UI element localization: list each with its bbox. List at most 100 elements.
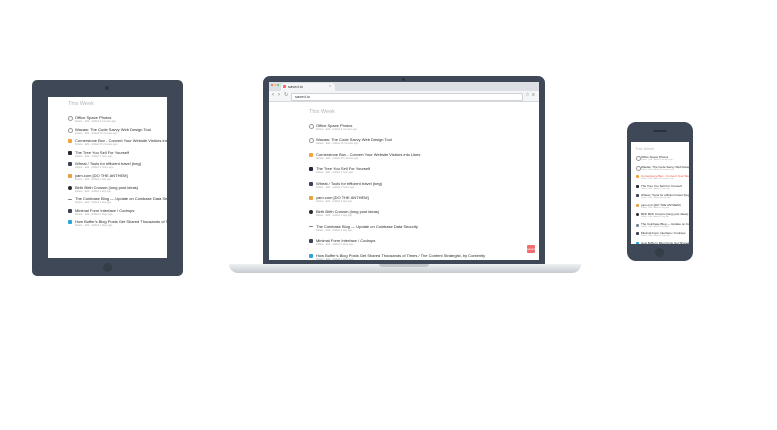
bookmark-meta: Delete · Edit · Added 1 hour ago <box>316 171 354 175</box>
bookmark-meta: Delete · Edit · Added 1 day ago <box>75 178 112 181</box>
page-title: This Week <box>309 109 335 115</box>
reload-icon[interactable]: ↻ <box>284 92 288 99</box>
favicon-icon <box>283 84 286 88</box>
dash-icon <box>636 224 639 227</box>
home-button[interactable] <box>655 248 664 257</box>
square-icon <box>68 208 72 213</box>
circle-icon <box>309 124 314 129</box>
list-item[interactable]: Minimal Form Interface / Codrops Delete ·… <box>309 238 509 253</box>
phone-speaker <box>653 130 667 132</box>
square-icon <box>636 241 639 244</box>
forward-icon[interactable]: › <box>278 92 280 99</box>
back-icon[interactable]: ‹ <box>272 92 274 99</box>
tab-title: saved.io <box>288 83 303 89</box>
bookmark-title[interactable]: How Buffer's Blog Posts Get Shared Thous… <box>641 241 689 245</box>
browser-toolbar: ‹ › ↻ saved.io ☆ ≡ <box>269 91 539 102</box>
bookmark-list: Office Space Photos Delete · Edit · Added… <box>309 123 509 260</box>
bookmark-meta: Delete · Edit · Added 1 hour ago <box>641 187 670 190</box>
laptop-camera <box>402 78 405 81</box>
tablet-screen: This Week Office Space Photos Delete · Ed… <box>48 97 167 258</box>
address-bar[interactable]: saved.io <box>291 92 523 101</box>
list-item[interactable]: Wacaw: The Code Savvy Web Design ToolDel… <box>309 137 509 152</box>
list-item[interactable]: How Buffer's Blog Posts Get Shared Thous… <box>309 253 509 260</box>
list-item[interactable]: Birth Birth Crossm (long post ideas) Dele… <box>309 209 509 224</box>
laptop-device: saved.io × ‹ › ↻ saved.io ☆ ≡ This Week … <box>263 76 545 266</box>
bookmark-meta: Delete · Edit · Added 2 days ago <box>75 224 113 228</box>
bookmark-meta: Delete · Edit · Added 25 minutes ago <box>641 178 674 180</box>
square-icon <box>636 232 639 235</box>
cup-icon <box>636 203 639 207</box>
bird-icon <box>636 194 639 197</box>
bookmark-meta: Delete · Edit · Added 4 hours ago <box>316 185 355 189</box>
tablet-device: This Week Office Space Photos Delete · Ed… <box>32 80 183 276</box>
dot-icon <box>636 213 639 216</box>
dash-icon <box>68 198 72 200</box>
bookmark-meta: Delete · Edit · Added 2 days ago <box>316 257 354 260</box>
bookmark-meta: Delete · Edit · Added 4 hours ago <box>75 166 114 170</box>
bookmark-meta: Delete · Edit · Added 2 days ago <box>641 235 670 237</box>
bookmark-meta: Delete · Edit · Added 1 day ago <box>316 200 353 203</box>
minimize-window-icon[interactable] <box>274 83 276 86</box>
dash-icon <box>309 226 313 228</box>
bookmark-meta: Delete · Edit · Added 9 minutes ago <box>641 159 673 161</box>
cup-icon <box>68 174 72 178</box>
list-item[interactable]: Office Space Photos Delete · Edit · Added… <box>309 123 509 138</box>
bookmark-meta: Delete · Edit · Added 25 minutes ago <box>316 156 359 160</box>
square-icon <box>309 253 313 258</box>
phone-screen: This Week Office Space Photos Delete · Ed… <box>631 142 689 244</box>
square-icon <box>68 220 72 225</box>
bookmark-meta: Delete · Edit · Added 1 day ago <box>75 189 112 193</box>
dot-icon <box>309 210 313 215</box>
bookmark-meta: Delete · Edit · Added 1 day ago <box>75 201 112 205</box>
bookmark-meta: Delete · Edit · Added 1 day ago <box>316 214 353 218</box>
phone-device: This Week Office Space Photos Delete · Ed… <box>627 122 693 261</box>
tablet-camera <box>105 86 109 90</box>
circle-icon <box>68 116 73 121</box>
close-tab-icon[interactable]: × <box>329 83 331 88</box>
bookmark-list: Office Space Photos Delete · Edit · Added… <box>636 155 689 245</box>
circle-icon <box>309 138 314 144</box>
flame-icon <box>309 152 313 157</box>
url-text: saved.io <box>295 93 310 99</box>
list-item[interactable]: The Coinbase Blog — Update on Coinbase D… <box>309 224 509 239</box>
page-title: This Week <box>68 101 94 107</box>
menu-icon[interactable]: ≡ <box>532 92 535 99</box>
owl-icon <box>68 150 72 155</box>
browser-tab[interactable]: saved.io × <box>281 83 335 91</box>
owl-icon <box>309 167 313 172</box>
bookmark-list: Office Space Photos Delete · Edit · Added… <box>68 115 167 256</box>
list-item[interactable]: How Buffer's Blog Posts Get Shared Thous… <box>68 219 167 234</box>
bird-icon <box>68 162 72 167</box>
saved-badge[interactable]: saved <box>527 245 535 253</box>
list-item[interactable]: yarn.com [DO THE ANTHEM] Delete · Edit · … <box>309 195 509 210</box>
bookmark-meta: Delete · Edit · Added 9 minutes ago <box>316 128 357 131</box>
bookmark-meta: Delete · Edit · Added 10 minutes ago <box>641 168 674 171</box>
zoom-window-icon[interactable] <box>277 83 279 86</box>
square-icon <box>309 239 313 244</box>
page-title: This Week <box>635 146 654 151</box>
bookmark-star-icon[interactable]: ☆ <box>525 92 529 99</box>
bookmark-meta: Delete · Edit · Added 1 day ago <box>316 228 353 232</box>
bookmark-meta: Delete · Edit · Added 10 minutes ago <box>316 142 359 146</box>
list-item[interactable]: Cornerstone Box - Convert Your Website V… <box>309 152 509 167</box>
bookmark-meta: Delete · Edit · Added 25 minutes ago <box>75 143 118 147</box>
bookmark-meta: Delete · Edit · Added 2 days ago <box>316 243 354 247</box>
list-item[interactable]: Wheat / Tools for efficient travel (beg)… <box>309 181 509 196</box>
flame-icon <box>636 175 639 178</box>
list-item[interactable]: How Buffer's Blog Posts Get Shared Thous… <box>636 241 689 245</box>
list-item[interactable]: The Tree You Sell For Yourself Delete · E… <box>309 166 509 181</box>
bookmark-meta: Delete · Edit · Added 1 hour ago <box>75 154 113 158</box>
circle-icon <box>68 127 73 133</box>
flame-icon <box>68 139 72 144</box>
browser-window: saved.io × ‹ › ↻ saved.io ☆ ≡ This Week … <box>269 82 539 260</box>
bookmark-meta: Delete · Edit · Added 4 hours ago <box>641 197 671 199</box>
bookmark-meta: Delete · Edit · Added 10 minutes ago <box>75 131 118 135</box>
close-window-icon[interactable] <box>271 83 273 86</box>
cup-icon <box>309 196 313 200</box>
laptop-notch <box>379 264 429 267</box>
bookmark-meta: Delete · Edit · Added 1 day ago <box>641 206 669 209</box>
bookmark-meta: Delete · Edit · Added 1 day ago <box>641 225 669 228</box>
home-button[interactable] <box>103 263 112 272</box>
dot-icon <box>68 185 72 190</box>
bookmark-meta: Delete · Edit · Added 2 days ago <box>75 212 113 216</box>
